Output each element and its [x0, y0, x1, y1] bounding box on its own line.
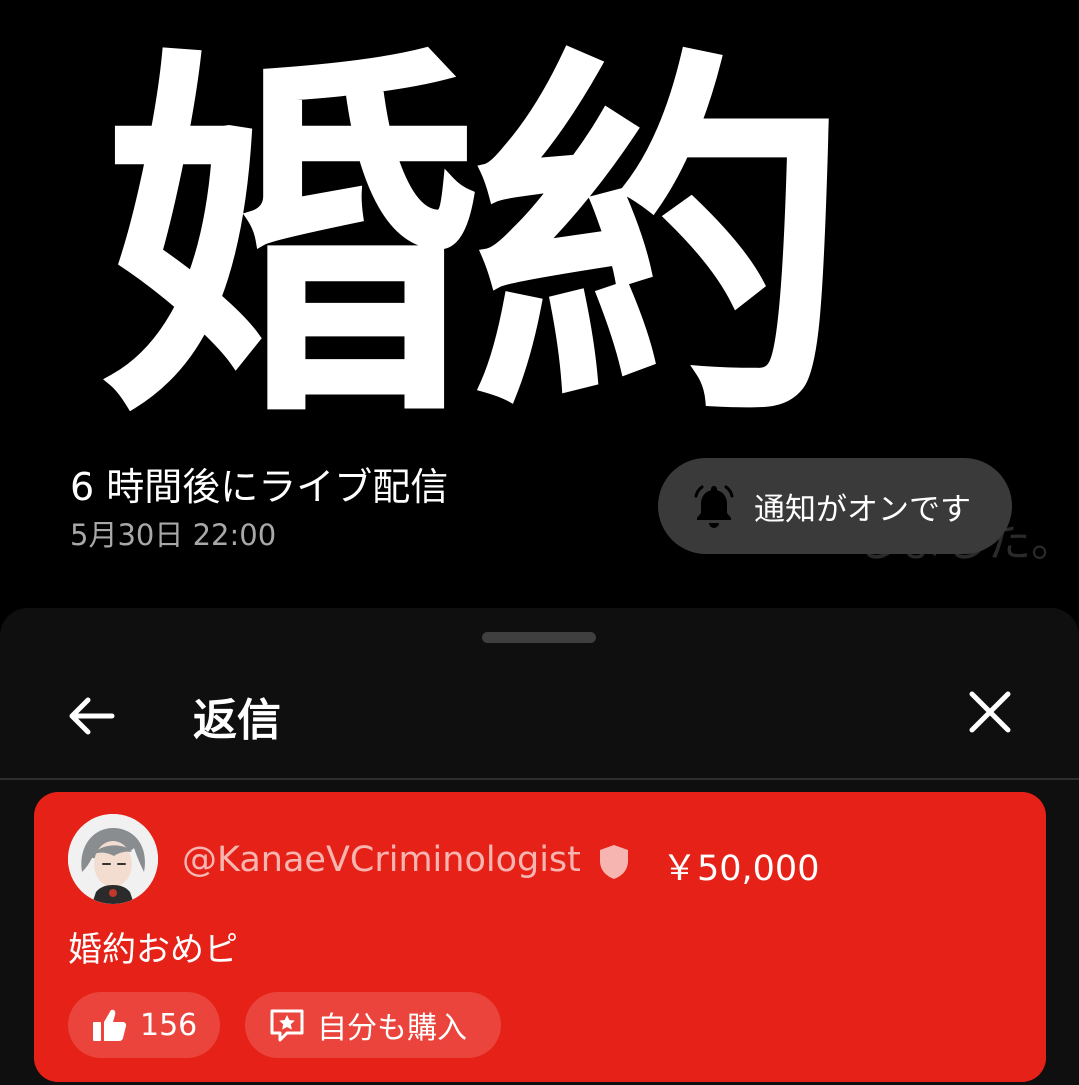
- drag-handle[interactable]: [482, 632, 596, 643]
- superchat-message: 婚約おめピ: [68, 930, 238, 970]
- username[interactable]: @KanaeVCriminologist: [182, 840, 581, 880]
- notification-button[interactable]: 通知がオンです: [658, 458, 1012, 554]
- superchat-icon: [270, 1009, 304, 1042]
- superchat-amount: ￥50,000: [662, 849, 820, 889]
- divider: [0, 778, 1079, 780]
- buy-superchat-label: 自分も購入: [317, 1011, 467, 1046]
- arrow-left-icon[interactable]: [62, 688, 118, 744]
- avatar-image: [68, 814, 158, 904]
- video-thumbnail[interactable]: 婚約 しました。 6 時間後にライブ配信 5月30日 22:00 通知がオンです: [0, 0, 1079, 610]
- replies-sheet: 返信 @KanaeVCriminologist ￥50,000 婚約おめピ 15…: [0, 608, 1079, 1085]
- thumbnail-title-text: 婚約: [100, 16, 850, 463]
- app-screen: 婚約 しました。 6 時間後にライブ配信 5月30日 22:00 通知がオンです…: [0, 0, 1079, 1085]
- like-button[interactable]: 156: [68, 992, 220, 1058]
- close-icon[interactable]: [964, 686, 1016, 738]
- avatar[interactable]: [68, 814, 158, 904]
- bell-icon: [694, 485, 734, 528]
- live-schedule: 5月30日 22:00: [70, 518, 277, 552]
- like-count: 156: [140, 1007, 198, 1043]
- thumbs-up-icon: [93, 1009, 127, 1041]
- superchat-card: @KanaeVCriminologist ￥50,000 婚約おめピ 156 自…: [34, 792, 1046, 1082]
- sheet-title: 返信: [193, 695, 281, 746]
- buy-superchat-button[interactable]: 自分も購入: [245, 992, 501, 1058]
- live-status: 6 時間後にライブ配信: [70, 465, 449, 509]
- notification-label: 通知がオンです: [754, 491, 971, 528]
- moderator-shield-icon: [600, 845, 628, 879]
